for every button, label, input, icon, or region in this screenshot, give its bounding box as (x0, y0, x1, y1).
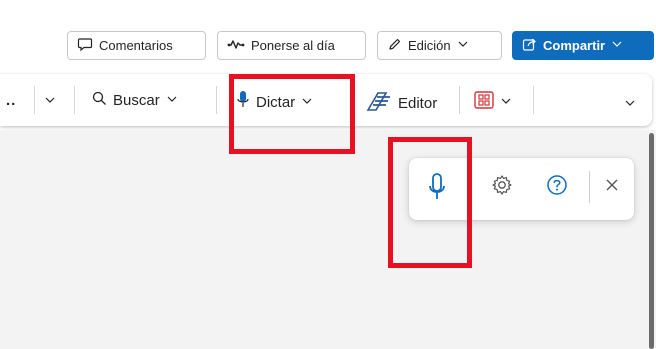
dictation-close-button[interactable] (596, 171, 628, 203)
close-icon (604, 177, 620, 198)
ribbon-divider (34, 86, 35, 114)
pencil-icon (387, 37, 402, 55)
catchup-label: Ponerse al día (251, 38, 335, 53)
microphone-icon (236, 90, 250, 114)
editing-mode-button[interactable]: Edición (377, 31, 502, 60)
ribbon-overflow[interactable]: .. (6, 92, 16, 109)
ribbon-divider (216, 86, 217, 114)
ribbon-overflow-dropdown[interactable] (44, 93, 56, 110)
ribbon-expand-button[interactable] (624, 96, 636, 113)
chevron-down-icon (166, 92, 178, 109)
chevron-down-icon (301, 94, 313, 111)
share-icon (522, 37, 537, 55)
dictation-divider (589, 171, 590, 203)
catchup-icon (227, 38, 245, 53)
ribbon-divider (74, 86, 75, 114)
gear-icon (491, 174, 513, 201)
chevron-down-icon (624, 96, 636, 113)
edit-label: Edición (408, 38, 451, 53)
search-label: Buscar (113, 92, 160, 109)
vertical-scrollbar[interactable] (649, 133, 654, 349)
search-button[interactable]: Buscar (92, 91, 178, 110)
addins-icon (474, 91, 494, 113)
comments-label: Comentarios (99, 38, 173, 53)
catchup-button[interactable]: Ponerse al día (217, 31, 366, 60)
ribbon-divider (533, 86, 534, 114)
dictate-label: Dictar (256, 93, 296, 111)
help-icon (546, 174, 568, 201)
ribbon-divider (459, 86, 460, 114)
overflow-label: .. (6, 92, 17, 109)
chevron-down-icon (457, 38, 469, 53)
dictation-settings-button[interactable] (486, 171, 518, 203)
addins-button[interactable] (474, 91, 512, 113)
microphone-icon (428, 172, 446, 207)
search-icon (92, 91, 107, 110)
editor-label: Editor (398, 94, 438, 112)
dictation-help-button[interactable] (541, 171, 573, 203)
comments-button[interactable]: Comentarios (67, 31, 206, 60)
comment-icon (77, 36, 93, 55)
chevron-down-icon (44, 93, 56, 110)
editor-button[interactable]: Editor (366, 90, 437, 116)
editor-icon (366, 90, 392, 116)
dictation-mic-button[interactable] (421, 172, 453, 207)
dictate-button[interactable]: Dictar (236, 90, 313, 114)
chevron-down-icon (611, 38, 623, 53)
share-button[interactable]: Compartir (512, 31, 654, 60)
share-label: Compartir (543, 38, 606, 53)
chevron-down-icon (500, 94, 512, 111)
ribbon-divider (350, 86, 351, 114)
